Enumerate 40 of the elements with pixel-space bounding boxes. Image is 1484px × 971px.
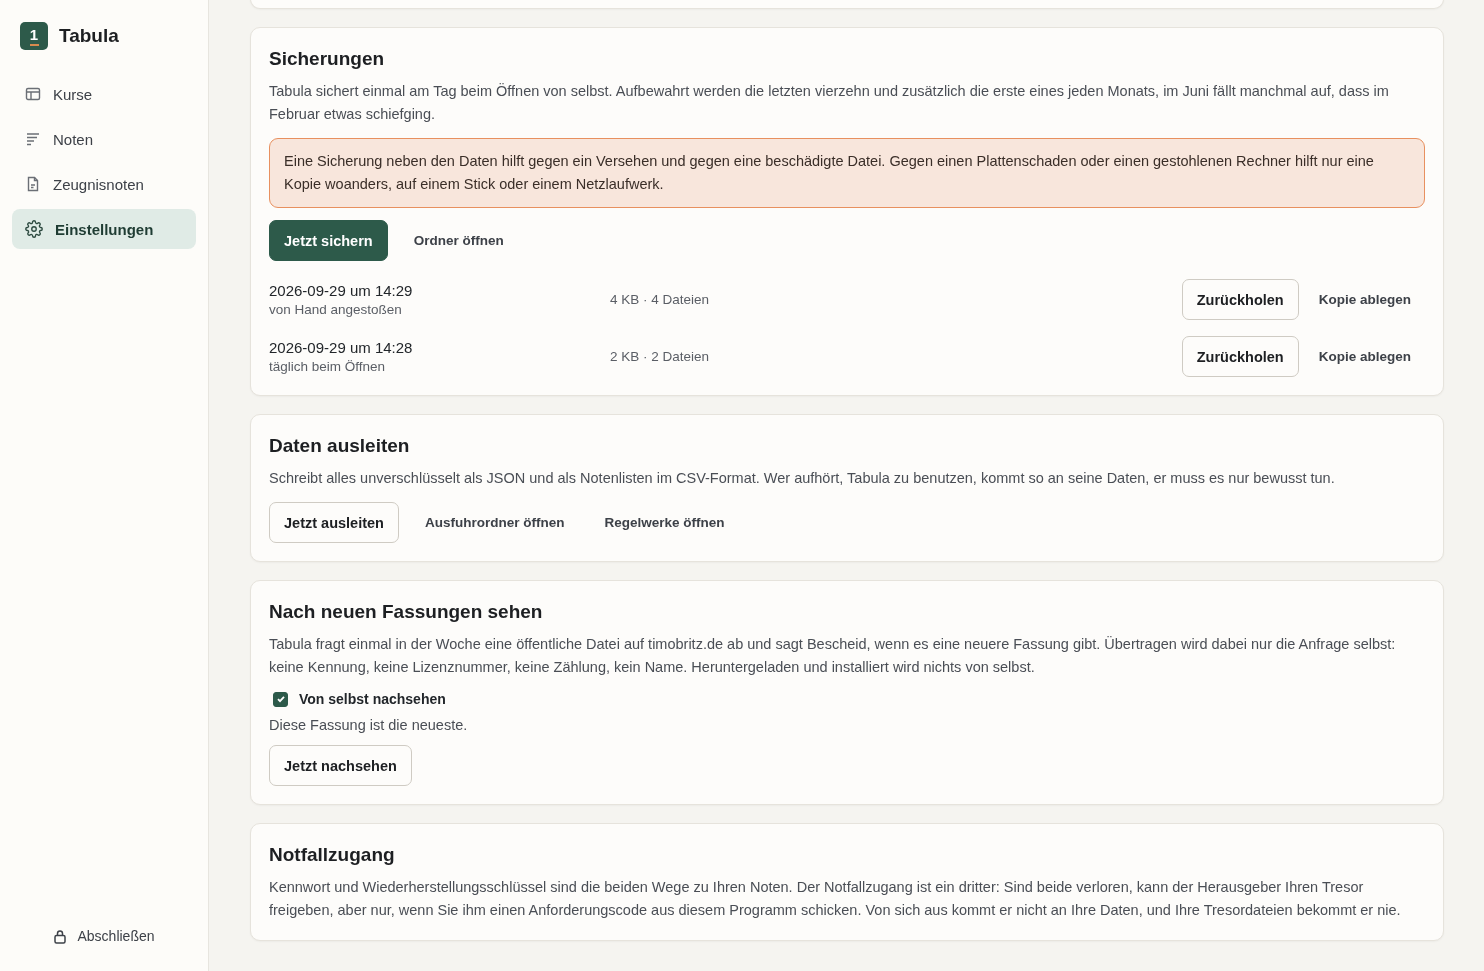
section-title: Sicherungen: [269, 48, 386, 70]
section-title: Nach neuen Fassungen sehen: [269, 601, 544, 623]
document-icon: [25, 176, 41, 192]
section-description: Kennwort und Wiederherstellungsschlüssel sind die beiden Wege zu Ihren Noten. Der Notfallzugang ist ein dritter: Sind beide verloren, kann der Herausgeber Ihren Tresor freigeben, aber nur, wenn Sie ihm einen Anforderungscode aus diesem Programm schicken. Von sich aus kommt er nicht an Ihre Daten, und Ihre Tresordateien bekommt er nie.: [269, 878, 1402, 920]
backup-size: 4 KB · 4 Dateien: [610, 292, 711, 307]
section-description: Tabula fragt einmal in der Woche eine öffentliche Datei auf timobritz.de ab und sagt Bescheid, wenn es eine neuere Fassung gibt. Übertragen wird dabei nur die Anfrage selbst: keine Kennung, keine Lizenznummer, keine Zählung, kein Name. Heruntergeladen und installiert wird nichts von selbst.: [269, 635, 1397, 677]
auto-check-checkbox[interactable]: Von selbst nachsehen: [269, 691, 1425, 707]
layout-icon: [25, 86, 41, 102]
lock-icon: [53, 928, 68, 944]
app-name: Tabula: [59, 25, 119, 47]
backup-size: 2 KB · 2 Dateien: [610, 349, 711, 364]
nav-item[interactable]: Noten: [12, 119, 196, 159]
section-title: Notfallzugang: [269, 844, 396, 866]
restore-button[interactable]: Zurückholen: [1181, 279, 1299, 320]
checkbox-icon[interactable]: [273, 691, 288, 707]
section-description: Schreibt alles unverschlüsselt als JSON und als Notenlisten im CSV-Format. Wer aufhört, Tabula zu benutzen, kommt so an seine Daten, er muss es nur bewusst tun.: [269, 469, 1336, 488]
backup-date: 2026-09-29 um 14:29: [269, 282, 414, 299]
link-button[interactable]: Ausfuhrordner öffnen: [410, 502, 579, 543]
section-title: Daten ausleiten: [269, 435, 411, 457]
backup-origin: von Hand angestoßen: [269, 302, 403, 317]
status-text: Diese Fassung ist die neueste.: [269, 717, 469, 733]
secondary-button[interactable]: Jetzt ausleiten: [269, 502, 399, 543]
backup-origin: täglich beim Öffnen: [269, 359, 387, 374]
nav-item[interactable]: Einstellungen: [12, 209, 196, 249]
copy-link-button[interactable]: Kopie ablegen: [1304, 336, 1425, 377]
nav-item[interactable]: Kurse: [12, 74, 196, 114]
backup-date: 2026-09-29 um 14:28: [269, 339, 414, 356]
restore-button[interactable]: Zurückholen: [1181, 336, 1299, 377]
link-button[interactable]: Regelwerke öffnen: [590, 502, 739, 543]
link-button[interactable]: Ordner öffnen: [399, 220, 518, 261]
section-description: Tabula sichert einmal am Tag beim Öffnen von selbst. Aufbewahrt werden die letzten vierzehn und zusätzlich die erste eines jeden Monats, im Juni fällt manchmal auf, dass im Februar etwas schiefging.: [269, 82, 1390, 124]
lines-icon: [25, 131, 41, 147]
primary-button[interactable]: Jetzt sichern: [269, 220, 388, 261]
lock-button[interactable]: Abschließen: [47, 927, 161, 945]
settings-icon: [25, 220, 43, 238]
logo-icon: 1: [20, 22, 48, 50]
copy-link-button[interactable]: Kopie ablegen: [1304, 279, 1425, 320]
secondary-button[interactable]: Jetzt nachsehen: [269, 745, 412, 786]
nav-item[interactable]: Zeugnisnoten: [12, 164, 196, 204]
notice-banner: Eine Sicherung neben den Daten hilft gegen ein Versehen und gegen eine beschädigte Datei. Gegen einen Plattenschaden oder einen gestohlenen Rechner hilft nur eine Kopie woanders, auf einem Stick oder einem Netzlaufwerk.: [269, 138, 1425, 208]
